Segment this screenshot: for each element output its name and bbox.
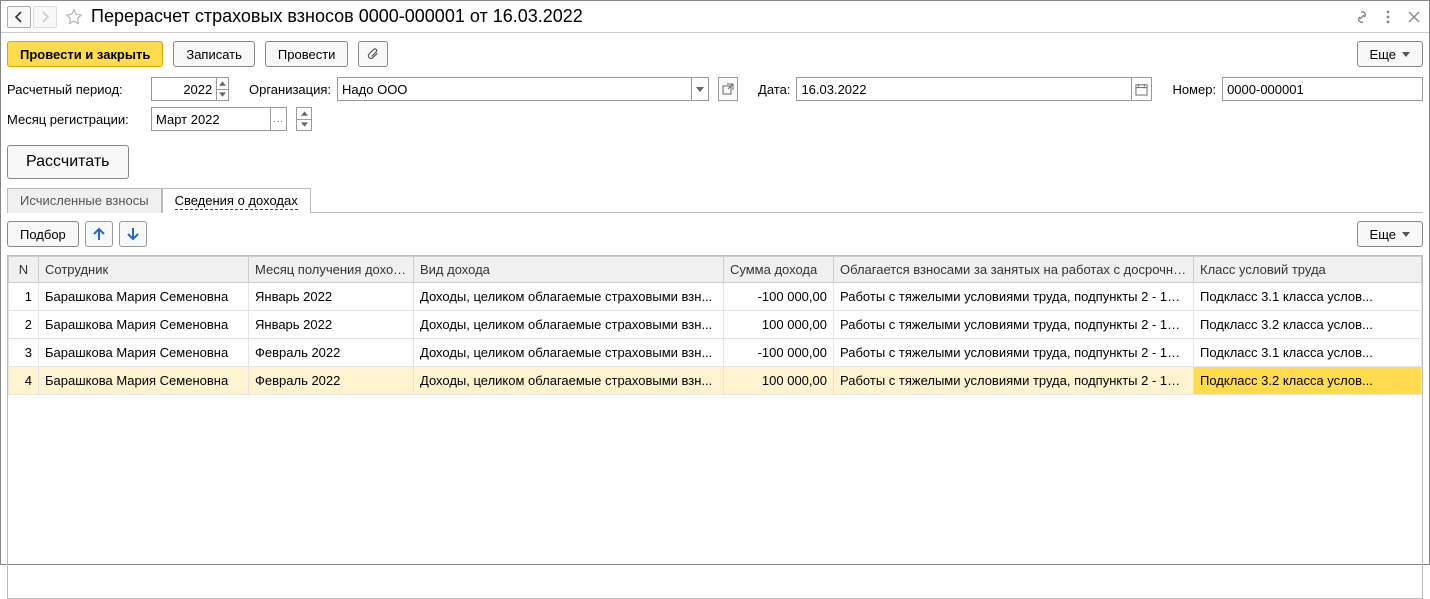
org-dropdown-icon[interactable] bbox=[691, 78, 708, 100]
move-up-button[interactable] bbox=[85, 221, 113, 247]
tabs: Исчисленные взносы Сведения о доходах bbox=[7, 187, 1423, 213]
cell-sum[interactable]: 100 000,00 bbox=[724, 367, 834, 395]
tab-calculated-contributions[interactable]: Исчисленные взносы bbox=[7, 188, 162, 213]
regmonth-field[interactable]: ... bbox=[151, 107, 287, 131]
paperclip-icon bbox=[366, 47, 380, 61]
org-field[interactable] bbox=[337, 77, 709, 101]
window-title: Перерасчет страховых взносов 0000-000001… bbox=[91, 6, 583, 27]
cell-taxed[interactable]: Работы с тяжелыми условиями труда, подпу… bbox=[834, 367, 1194, 395]
calculate-button[interactable]: Рассчитать bbox=[7, 145, 129, 179]
write-button[interactable]: Записать bbox=[173, 41, 255, 67]
number-field[interactable] bbox=[1222, 77, 1423, 101]
cell-class[interactable]: Подкласс 3.2 класса услов... bbox=[1194, 367, 1422, 395]
cell-income_type[interactable]: Доходы, целиком облагаемые страховыми вз… bbox=[414, 367, 724, 395]
org-open-button[interactable] bbox=[718, 77, 738, 101]
cell-employee[interactable]: Барашкова Мария Семеновна bbox=[39, 283, 249, 311]
move-down-button[interactable] bbox=[119, 221, 147, 247]
tab-income-info[interactable]: Сведения о доходах bbox=[162, 188, 311, 213]
arrow-up-icon bbox=[93, 227, 105, 241]
cell-class[interactable]: Подкласс 3.1 класса услов... bbox=[1194, 283, 1422, 311]
number-input[interactable] bbox=[1223, 82, 1422, 97]
close-icon[interactable] bbox=[1405, 6, 1423, 28]
col-n[interactable]: N bbox=[9, 257, 39, 283]
table-row[interactable]: 2Барашкова Мария СеменовнаЯнварь 2022Дох… bbox=[9, 311, 1422, 339]
cell-employee[interactable]: Барашкова Мария Семеновна bbox=[39, 367, 249, 395]
cell-n[interactable]: 4 bbox=[9, 367, 39, 395]
col-class[interactable]: Класс условий труда bbox=[1194, 257, 1422, 283]
income-table[interactable]: N Сотрудник Месяц получения дохода Вид д… bbox=[7, 255, 1423, 599]
nav-forward-button[interactable] bbox=[33, 6, 57, 28]
pick-button[interactable]: Подбор bbox=[7, 221, 79, 247]
cell-sum[interactable]: 100 000,00 bbox=[724, 311, 834, 339]
cell-class[interactable]: Подкласс 3.1 класса услов... bbox=[1194, 339, 1422, 367]
period-label: Расчетный период: bbox=[7, 82, 145, 97]
post-button[interactable]: Провести bbox=[265, 41, 349, 67]
cell-sum[interactable]: -100 000,00 bbox=[724, 339, 834, 367]
spinner-up-icon[interactable] bbox=[297, 108, 311, 120]
main-toolbar: Провести и закрыть Записать Провести Еще bbox=[1, 33, 1429, 75]
cell-employee[interactable]: Барашкова Мария Семеновна bbox=[39, 311, 249, 339]
period-input[interactable] bbox=[152, 82, 216, 97]
number-label: Номер: bbox=[1172, 82, 1216, 97]
form-panel: Расчетный период: Организация: Дата: Ном… bbox=[1, 75, 1429, 143]
cell-income_type[interactable]: Доходы, целиком облагаемые страховыми вз… bbox=[414, 311, 724, 339]
post-and-close-button[interactable]: Провести и закрыть bbox=[7, 41, 163, 67]
col-month[interactable]: Месяц получения дохода bbox=[249, 257, 414, 283]
attach-button[interactable] bbox=[358, 41, 388, 67]
cell-n[interactable]: 3 bbox=[9, 339, 39, 367]
period-field[interactable] bbox=[151, 77, 229, 101]
titlebar: Перерасчет страховых взносов 0000-000001… bbox=[1, 1, 1429, 33]
table-toolbar: Подбор Еще bbox=[1, 213, 1429, 255]
col-sum[interactable]: Сумма дохода bbox=[724, 257, 834, 283]
regmonth-select-icon[interactable]: ... bbox=[270, 108, 286, 130]
cell-month[interactable]: Февраль 2022 bbox=[249, 367, 414, 395]
org-input[interactable] bbox=[338, 82, 691, 97]
cell-n[interactable]: 1 bbox=[9, 283, 39, 311]
table-row[interactable]: 1Барашкова Мария СеменовнаЯнварь 2022Дох… bbox=[9, 283, 1422, 311]
cell-income_type[interactable]: Доходы, целиком облагаемые страховыми вз… bbox=[414, 339, 724, 367]
link-icon[interactable] bbox=[1353, 6, 1371, 28]
cell-employee[interactable]: Барашкова Мария Семеновна bbox=[39, 339, 249, 367]
regmonth-spinner-field[interactable] bbox=[296, 107, 312, 131]
regmonth-spinner[interactable] bbox=[297, 108, 311, 130]
nav-back-button[interactable] bbox=[7, 6, 31, 28]
cell-taxed[interactable]: Работы с тяжелыми условиями труда, подпу… bbox=[834, 339, 1194, 367]
spinner-up-icon[interactable] bbox=[217, 78, 228, 90]
more-button[interactable]: Еще bbox=[1357, 41, 1423, 67]
cell-income_type[interactable]: Доходы, целиком облагаемые страховыми вз… bbox=[414, 283, 724, 311]
table-row[interactable]: 4Барашкова Мария СеменовнаФевраль 2022До… bbox=[9, 367, 1422, 395]
favorite-star-icon[interactable] bbox=[65, 8, 83, 26]
col-income-type[interactable]: Вид дохода bbox=[414, 257, 724, 283]
table-more-button[interactable]: Еще bbox=[1357, 221, 1423, 247]
calendar-icon[interactable] bbox=[1131, 78, 1152, 100]
kebab-menu-icon[interactable] bbox=[1379, 6, 1397, 28]
period-spinner[interactable] bbox=[216, 78, 228, 100]
open-external-icon bbox=[722, 83, 734, 95]
table-row[interactable]: 3Барашкова Мария СеменовнаФевраль 2022До… bbox=[9, 339, 1422, 367]
cell-sum[interactable]: -100 000,00 bbox=[724, 283, 834, 311]
org-label: Организация: bbox=[249, 82, 331, 97]
date-input[interactable] bbox=[797, 82, 1130, 97]
date-field[interactable] bbox=[796, 77, 1152, 101]
col-taxed[interactable]: Облагается взносами за занятых на работа… bbox=[834, 257, 1194, 283]
date-label: Дата: bbox=[758, 82, 790, 97]
regmonth-label: Месяц регистрации: bbox=[7, 112, 145, 127]
spinner-down-icon[interactable] bbox=[297, 120, 311, 131]
col-employee[interactable]: Сотрудник bbox=[39, 257, 249, 283]
cell-taxed[interactable]: Работы с тяжелыми условиями труда, подпу… bbox=[834, 311, 1194, 339]
cell-class[interactable]: Подкласс 3.2 класса услов... bbox=[1194, 311, 1422, 339]
cell-month[interactable]: Февраль 2022 bbox=[249, 339, 414, 367]
cell-month[interactable]: Январь 2022 bbox=[249, 283, 414, 311]
arrow-down-icon bbox=[127, 227, 139, 241]
table-header-row: N Сотрудник Месяц получения дохода Вид д… bbox=[9, 257, 1422, 283]
cell-month[interactable]: Январь 2022 bbox=[249, 311, 414, 339]
cell-taxed[interactable]: Работы с тяжелыми условиями труда, подпу… bbox=[834, 283, 1194, 311]
spinner-down-icon[interactable] bbox=[217, 90, 228, 101]
regmonth-input[interactable] bbox=[152, 112, 270, 127]
cell-n[interactable]: 2 bbox=[9, 311, 39, 339]
